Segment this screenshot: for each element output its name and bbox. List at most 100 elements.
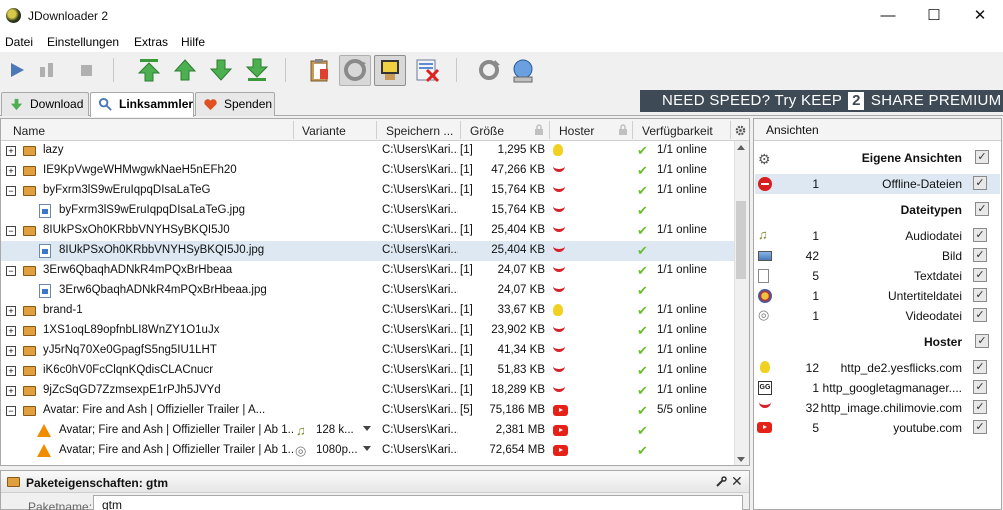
close-button[interactable]: ✕ — [957, 0, 1003, 32]
column-header-name[interactable]: Name — [13, 124, 45, 138]
table-row[interactable]: + lazy C:\Users\Kari... [1] 1,295 KB ✔ 1/1 onl… — [1, 141, 734, 161]
tab-spenden[interactable]: Spenden — [195, 92, 275, 116]
clipboard-icon[interactable] — [304, 55, 334, 85]
view-item-yt[interactable]: 5 youtube.com ✓ — [755, 418, 1000, 438]
close-panel-icon[interactable]: ✕ — [731, 473, 743, 490]
online-check-icon: ✔ — [637, 203, 648, 218]
table-row[interactable]: 3Erw6QbaqhADNkR4mPQxBrHbeaa.jpg C:\Users\… — [1, 281, 734, 301]
pause-icon[interactable] — [32, 55, 62, 85]
scrollbar-thumb[interactable] — [736, 201, 746, 279]
refresh-icon[interactable] — [474, 55, 504, 85]
view-checkbox[interactable]: ✓ — [973, 268, 987, 282]
view-item-gg[interactable]: GG 1 http_googletagmanager.... ✓ — [755, 378, 1000, 398]
menu-einstellungen[interactable]: Einstellungen — [47, 35, 119, 49]
view-label: http_googletagmanager.... — [822, 381, 962, 395]
table-row[interactable]: − byFxrm3lS9wEruIqpqDIsaLaTeG C:\Users\Kar… — [1, 181, 734, 201]
section-checkbox[interactable]: ✓ — [975, 150, 989, 164]
expand-icon[interactable]: + — [6, 366, 16, 376]
column-header-speichern[interactable]: Speichern ... — [386, 124, 453, 138]
clipboard-monitor-icon[interactable] — [375, 55, 405, 85]
table-row[interactable]: − Avatar: Fire and Ash | Offizieller Trai… — [1, 401, 734, 421]
table-row[interactable]: + yJ5rNq70Xe0GpagfS5ng5IU1LHT C:\Users\Kar… — [1, 341, 734, 361]
collapse-icon[interactable]: − — [6, 406, 16, 416]
table-row[interactable]: − 3Erw6QbaqhADNkR4mPQxBrHbeaa C:\Users\Kar… — [1, 261, 734, 281]
view-item-video[interactable]: ◎ 1 Videodatei ✓ — [755, 306, 1000, 326]
view-item-image[interactable]: 42 Bild ✓ — [755, 246, 1000, 266]
variant-value[interactable]: 128 k... — [316, 424, 358, 436]
table-row[interactable]: − 8IUkPSxOh0KRbbVNYHSyBKQI5J0 C:\Users\Kar… — [1, 221, 734, 241]
column-separator — [293, 121, 294, 139]
view-item-text[interactable]: 5 Textdatei ✓ — [755, 266, 1000, 286]
table-row[interactable]: 8IUkPSxOh0KRbbVNYHSyBKQI5J0.jpg C:\Users\… — [1, 241, 734, 261]
variant-dropdown-icon[interactable] — [363, 426, 371, 431]
view-checkbox[interactable]: ✓ — [973, 400, 987, 414]
view-checkbox[interactable]: ✓ — [973, 380, 987, 394]
column-header-groesse[interactable]: Größe — [470, 124, 504, 138]
stop-icon[interactable] — [72, 55, 102, 85]
variant-value[interactable]: 1080p... — [316, 444, 358, 456]
settings-gear-icon[interactable]: ⚙ — [758, 151, 771, 168]
expand-icon[interactable]: + — [6, 386, 16, 396]
maximize-button[interactable]: ☐ — [911, 0, 957, 32]
move-top-icon[interactable] — [134, 55, 164, 85]
expand-icon[interactable]: + — [6, 166, 16, 176]
section-checkbox[interactable]: ✓ — [975, 202, 989, 216]
expand-icon[interactable]: + — [6, 306, 16, 316]
table-row[interactable]: byFxrm3lS9wEruIqpqDIsaLaTeG.jpg C:\Users\… — [1, 201, 734, 221]
reconnect-icon[interactable] — [340, 55, 370, 85]
variant-dropdown-icon[interactable] — [363, 446, 371, 451]
view-checkbox[interactable]: ✓ — [973, 288, 987, 302]
view-checkbox[interactable]: ✓ — [973, 308, 987, 322]
tab-download[interactable]: Download — [1, 92, 89, 116]
table-row[interactable]: +1XS1oqL89opfnbLI8WnZY1O1uJx C:\Users\Kar… — [1, 321, 734, 341]
view-checkbox[interactable]: ✓ — [973, 360, 987, 374]
view-checkbox[interactable]: ✓ — [973, 420, 987, 434]
clear-list-icon[interactable] — [412, 55, 442, 85]
online-check-icon: ✔ — [637, 303, 648, 318]
expand-icon[interactable]: + — [6, 326, 16, 336]
table-row[interactable]: +9jZcSqGD7ZzmsexpE1rPJh5JVYd C:\Users\Kar… — [1, 381, 734, 401]
expand-icon[interactable]: + — [6, 146, 16, 156]
move-down-icon[interactable] — [206, 55, 236, 85]
start-icon[interactable] — [2, 55, 32, 85]
view-item-offline[interactable]: 1 Offline-Dateien ✓ — [755, 174, 1000, 194]
tab-linksammler[interactable]: Linksammler — [90, 92, 194, 117]
collapse-icon[interactable]: − — [6, 186, 16, 196]
premium-banner[interactable]: NEED SPEED? Try KEEP 2 SHARE PREMIUM — [640, 90, 1003, 112]
section-checkbox[interactable]: ✓ — [975, 334, 989, 348]
collapse-icon[interactable]: − — [6, 226, 16, 236]
view-checkbox[interactable]: ✓ — [973, 248, 987, 262]
minimize-button[interactable]: — — [865, 0, 911, 32]
move-bottom-icon[interactable] — [242, 55, 272, 85]
view-item-yes[interactable]: 12 http_de2.yesflicks.com ✓ — [755, 358, 1000, 378]
menu-datei[interactable]: Datei — [5, 35, 33, 49]
vertical-scrollbar[interactable] — [734, 141, 749, 465]
expand-icon[interactable]: + — [6, 346, 16, 356]
column-settings-gear-icon[interactable] — [735, 125, 746, 136]
update-icon[interactable] — [508, 55, 538, 85]
column-header-verfuegbarkeit[interactable]: Verfügbarkeit — [642, 124, 713, 138]
chilimovie-icon — [553, 206, 565, 212]
view-item-subtitle[interactable]: 1 Untertiteldatei ✓ — [755, 286, 1000, 306]
view-item-audio[interactable]: ♫ 1 Audiodatei ✓ — [755, 226, 1000, 246]
move-up-icon[interactable] — [170, 55, 200, 85]
wrench-icon[interactable] — [715, 476, 727, 488]
view-checkbox[interactable]: ✓ — [973, 228, 987, 242]
column-header-hoster[interactable]: Hoster — [559, 124, 594, 138]
table-row[interactable]: + brand-1 C:\Users\Kari... [1] 33,67 KB ✔ 1/1 … — [1, 301, 734, 321]
scroll-down-arrow-icon[interactable] — [737, 457, 745, 462]
music-note-icon: ♫ — [296, 423, 306, 438]
chilimovie-icon — [553, 366, 565, 372]
collapse-icon[interactable]: − — [6, 266, 16, 276]
column-header-variante[interactable]: Variante — [302, 124, 346, 138]
package-name-input[interactable]: gtm — [93, 495, 743, 510]
table-row[interactable]: + IE9KpVwgeWHMwgwkNaeH5nEFh20 C:\Users\Kar… — [1, 161, 734, 181]
view-item-chili[interactable]: 32 http_image.chilimovie.com ✓ — [755, 398, 1000, 418]
scroll-up-arrow-icon[interactable] — [737, 145, 745, 150]
table-row[interactable]: Avatar; Fire and Ash | Offizieller Trail… — [1, 421, 734, 441]
table-row[interactable]: Avatar; Fire and Ash | Offizieller Trail… — [1, 441, 734, 461]
table-row[interactable]: + iK6c0hV0FcClqnKQdisCLACnucr C:\Users\Kar… — [1, 361, 734, 381]
menu-hilfe[interactable]: Hilfe — [181, 35, 205, 49]
view-checkbox[interactable]: ✓ — [973, 176, 987, 190]
menu-extras[interactable]: Extras — [134, 35, 168, 49]
